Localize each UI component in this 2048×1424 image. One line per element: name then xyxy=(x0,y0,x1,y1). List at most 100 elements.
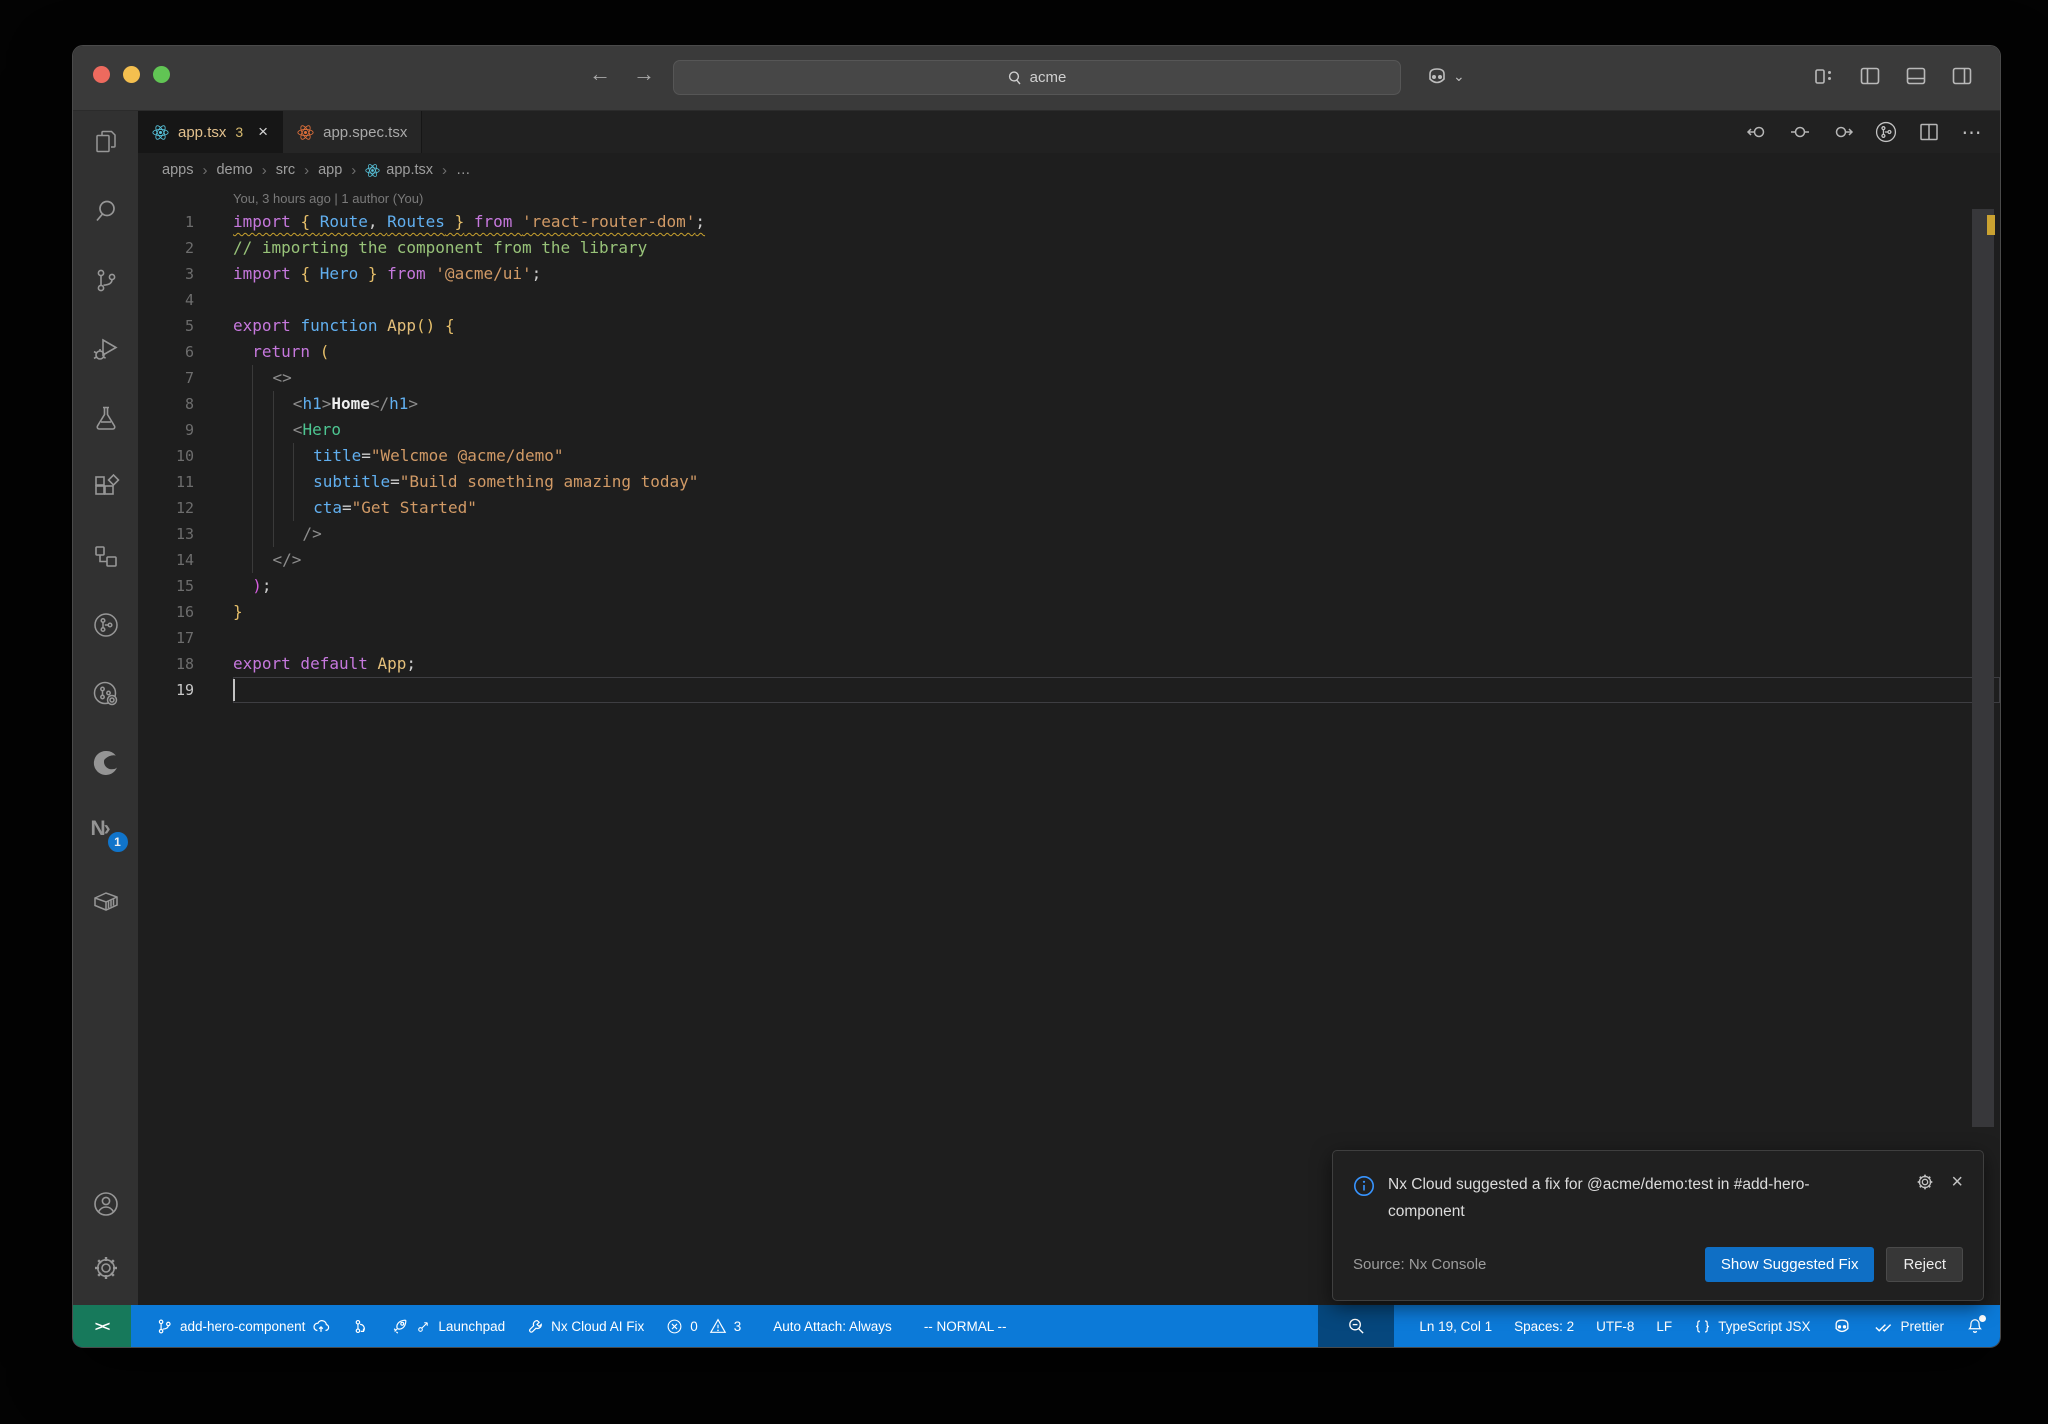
breadcrumb-item[interactable]: app xyxy=(318,162,342,178)
code-line-16[interactable]: 16} xyxy=(138,599,2000,625)
vim-mode-item[interactable]: -- NORMAL -- xyxy=(913,1305,1018,1347)
copilot-menu[interactable]: ⌄ xyxy=(1425,64,1465,88)
notification-source: Source: Nx Console xyxy=(1353,1256,1487,1273)
tab-app-spec-tsx[interactable]: app.spec.tsx xyxy=(283,111,423,153)
zoom-out-icon xyxy=(1348,1318,1364,1334)
breadcrumb-item-symbol[interactable]: … xyxy=(456,162,471,178)
notification-settings-icon[interactable] xyxy=(1915,1172,1935,1192)
project-graph-icon[interactable] xyxy=(91,541,121,571)
code-line-10[interactable]: 10 title="Welcmoe @acme/demo" xyxy=(138,443,2000,469)
code-line-14[interactable]: 14 </> xyxy=(138,547,2000,573)
line-number: 2 xyxy=(184,239,194,257)
tab-problems-badge: 3 xyxy=(235,124,244,140)
code-line-8[interactable]: 8 <h1>Home</h1> xyxy=(138,391,2000,417)
testing-icon[interactable] xyxy=(91,403,121,433)
extensions-icon[interactable] xyxy=(91,472,121,502)
launchpad-item[interactable]: Launchpad xyxy=(380,1305,516,1347)
minimize-window-button[interactable] xyxy=(123,66,140,83)
code-line-15[interactable]: 15); xyxy=(138,573,2000,599)
code-line-6[interactable]: 6 return ( xyxy=(138,339,2000,365)
editor-scrollbar[interactable] xyxy=(1970,209,2000,1305)
cloud-upload-icon xyxy=(313,1320,330,1332)
toggle-panel-icon[interactable] xyxy=(1904,64,1928,88)
close-window-button[interactable] xyxy=(93,66,110,83)
customize-layout-icon[interactable] xyxy=(1812,64,1836,88)
code-line-7[interactable]: 7 <> xyxy=(138,365,2000,391)
copilot-status-item[interactable] xyxy=(1821,1305,1863,1347)
notifications-bell-item[interactable] xyxy=(1955,1305,2000,1347)
maximize-window-button[interactable] xyxy=(153,66,170,83)
nav-current-icon[interactable] xyxy=(1788,120,1812,144)
remote-indicator[interactable]: >< xyxy=(73,1305,131,1347)
history-back-button[interactable]: ← xyxy=(589,61,611,87)
search-sidebar-icon[interactable] xyxy=(91,196,121,226)
show-suggested-fix-button[interactable]: Show Suggested Fix xyxy=(1704,1247,1875,1282)
settings-gear-icon[interactable] xyxy=(91,1253,121,1283)
line-number: 19 xyxy=(175,681,194,699)
git-branch-item[interactable]: add-hero-component xyxy=(145,1305,341,1347)
reject-button[interactable]: Reject xyxy=(1886,1247,1963,1282)
run-target-icon[interactable] xyxy=(1874,120,1898,144)
source-control-icon[interactable] xyxy=(91,265,121,295)
line-number: 1 xyxy=(184,213,194,231)
breadcrumb-item[interactable]: demo xyxy=(216,162,252,178)
edge-browser-icon[interactable] xyxy=(91,748,121,778)
container-icon[interactable] xyxy=(91,886,121,916)
search-icon xyxy=(1008,70,1021,84)
code-line-3[interactable]: 3 import { Hero } from '@acme/ui'; xyxy=(138,261,2000,287)
more-actions-icon[interactable]: ⋯ xyxy=(1960,120,1984,144)
nav-back-icon[interactable] xyxy=(1745,120,1769,144)
copilot-icon xyxy=(1429,68,1445,84)
breadcrumb-item-file[interactable]: app.tsx xyxy=(365,162,433,178)
code-line-19[interactable]: 19 xyxy=(138,677,2000,703)
scrollbar-thumb[interactable] xyxy=(1972,209,1994,1127)
breadcrumb-item[interactable]: src xyxy=(276,162,295,178)
auto-attach-item[interactable]: Auto Attach: Always xyxy=(762,1305,903,1347)
prettier-item[interactable]: Prettier xyxy=(1863,1305,1955,1347)
info-icon xyxy=(1354,1175,1374,1196)
toggle-secondary-sidebar-icon[interactable] xyxy=(1950,64,1974,88)
code-line-18[interactable]: 18 export default App; xyxy=(138,651,2000,677)
split-editor-icon[interactable] xyxy=(1917,120,1941,144)
text-cursor xyxy=(233,679,235,701)
line-number: 10 xyxy=(175,447,194,465)
code-editor[interactable]: 1 import { Route, Routes } from 'react-ro… xyxy=(138,209,2000,1305)
nx-cloud-ai-fix-item[interactable]: Nx Cloud AI Fix xyxy=(516,1305,655,1347)
tab-app-tsx[interactable]: app.tsx 3 × xyxy=(138,111,284,153)
code-line-9[interactable]: 9 <Hero xyxy=(138,417,2000,443)
code-line-13[interactable]: 13 /> xyxy=(138,521,2000,547)
breadcrumb-item[interactable]: apps xyxy=(162,162,193,178)
title-bar: ← → acme ⌄ xyxy=(73,46,2000,111)
zoom-out-item[interactable] xyxy=(1318,1305,1395,1347)
line-number: 15 xyxy=(175,577,194,595)
code-line-11[interactable]: 11 subtitle="Build something amazing toda… xyxy=(138,469,2000,495)
code-line-17[interactable]: 17 xyxy=(138,625,2000,651)
line-col-item[interactable]: Ln 19, Col 1 xyxy=(1408,1305,1503,1347)
git-graph-item[interactable] xyxy=(341,1305,380,1347)
explorer-icon[interactable] xyxy=(91,127,121,157)
nx-console-icon[interactable]: N› 1 xyxy=(91,817,130,854)
line-number: 12 xyxy=(175,499,194,517)
code-line-12[interactable]: 12 cta="Get Started" xyxy=(138,495,2000,521)
notification-close-icon[interactable]: × xyxy=(1951,1171,1963,1194)
command-center-search[interactable]: acme xyxy=(672,60,1401,95)
nx-cloud-icon[interactable] xyxy=(91,679,121,709)
code-line-5[interactable]: 5 export function App() { xyxy=(138,313,2000,339)
language-mode-item[interactable]: TypeScript JSX xyxy=(1683,1305,1821,1347)
close-tab-icon[interactable]: × xyxy=(258,122,268,142)
line-number: 11 xyxy=(175,473,194,491)
history-forward-button[interactable]: → xyxy=(633,61,655,87)
code-line-1[interactable]: 1 import { Route, Routes } from 'react-ro… xyxy=(138,209,2000,235)
account-icon[interactable] xyxy=(91,1189,121,1219)
indentation-item[interactable]: Spaces: 2 xyxy=(1503,1305,1585,1347)
run-debug-icon[interactable] xyxy=(91,334,121,364)
code-line-4[interactable]: 4 xyxy=(138,287,2000,313)
line-number: 4 xyxy=(184,291,194,309)
eol-item[interactable]: LF xyxy=(1645,1305,1683,1347)
nx-run-target-icon[interactable] xyxy=(91,610,121,640)
nav-forward-icon[interactable] xyxy=(1831,120,1855,144)
toggle-primary-sidebar-icon[interactable] xyxy=(1858,64,1882,88)
problems-item[interactable]: 0 3 xyxy=(655,1305,752,1347)
encoding-item[interactable]: UTF-8 xyxy=(1585,1305,1645,1347)
code-line-2[interactable]: 2// importing the component from the lib… xyxy=(138,235,2000,261)
